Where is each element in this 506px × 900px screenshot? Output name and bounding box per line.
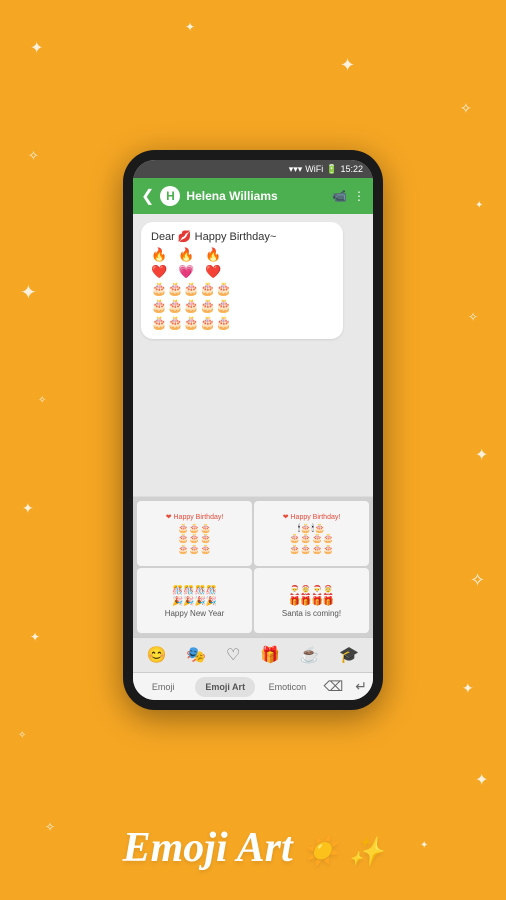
card-content: 🎅🤶🎅🤶 🎁🎁🎁🎁 bbox=[289, 585, 334, 607]
message-text: Dear 💋 Happy Birthday~ bbox=[151, 230, 333, 243]
emoji-keyboard: ❤ Happy Birthday! 🎂🎂🎂 🎂🎂🎂 🎂🎂🎂 ❤ Happy Bi… bbox=[133, 496, 373, 700]
sparkle-decoration: ✦ bbox=[340, 55, 355, 76]
sparkle-decoration: ✦ bbox=[30, 38, 43, 58]
backspace-button[interactable]: ⌫ bbox=[317, 673, 349, 700]
cap-category[interactable]: 🎓 bbox=[335, 643, 363, 667]
sparkle-decoration: ✦ bbox=[185, 20, 195, 34]
sticker-category[interactable]: 🎭 bbox=[182, 643, 210, 667]
sparkle-decoration: ✦ bbox=[475, 200, 483, 211]
heart-category[interactable]: ♡ bbox=[222, 643, 244, 667]
card-content: ❤ Happy Birthday! 🎂🎂🎂 🎂🎂🎂 🎂🎂🎂 bbox=[166, 514, 224, 555]
category-row: 😊 🎭 ♡ 🎁 ☕ 🎓 bbox=[133, 637, 373, 672]
hangouts-icon: H bbox=[160, 186, 180, 206]
gift-category[interactable]: 🎁 bbox=[256, 643, 284, 667]
wifi-icon: WiFi bbox=[305, 164, 323, 174]
status-bar: ▾▾▾ WiFi 🔋 15:22 bbox=[133, 160, 373, 178]
tab-emoticon[interactable]: Emoticon bbox=[257, 677, 317, 697]
card-content: ❤ Happy Birthday! 🕯🎂🕯🎂 🎂🎂🎂🎂 🎂🎂🎂🎂 bbox=[283, 514, 341, 555]
chat-header: ❮ H Helena Williams 📹 ⋮ bbox=[133, 178, 373, 214]
sparkle-decoration: ✦ bbox=[475, 770, 488, 790]
emoji-category[interactable]: 😊 bbox=[143, 643, 171, 667]
sparkle-decoration: ✧ bbox=[28, 148, 39, 164]
card-label: Happy New Year bbox=[165, 609, 225, 618]
sparkle-decoration: ✧ bbox=[468, 310, 478, 324]
header-icons: 📹 ⋮ bbox=[332, 189, 365, 203]
status-icons: ▾▾▾ WiFi 🔋 15:22 bbox=[289, 164, 363, 175]
video-icon[interactable]: 📹 bbox=[332, 189, 347, 203]
coffee-category[interactable]: ☕ bbox=[296, 643, 324, 667]
sparkle-decoration: ✦ bbox=[20, 280, 37, 305]
emoji-art-content: 🔥 🔥 🔥 ❤️ 💗 ❤️ 🎂🎂🎂🎂🎂 🎂🎂🎂🎂🎂 🎂🎂🎂🎂🎂 bbox=[151, 247, 333, 331]
sparkle-decoration: ✧ bbox=[38, 395, 46, 406]
contact-name: Helena Williams bbox=[186, 189, 326, 203]
sparkle-decoration: ✧ bbox=[470, 570, 485, 591]
battery-icon: 🔋 bbox=[326, 164, 337, 175]
back-button[interactable]: ❮ bbox=[141, 186, 154, 206]
sparkle-decoration: ✧ bbox=[18, 730, 26, 741]
emoji-art-card-birthday2[interactable]: ❤ Happy Birthday! 🕯🎂🕯🎂 🎂🎂🎂🎂 🎂🎂🎂🎂 bbox=[254, 501, 369, 566]
time-display: 15:22 bbox=[340, 164, 363, 174]
sparkle-icon: ✨ bbox=[349, 837, 384, 868]
chat-area: Dear 💋 Happy Birthday~ 🔥 🔥 🔥 ❤️ 💗 ❤️ 🎂🎂🎂… bbox=[133, 214, 373, 496]
sparkle-decoration: ✧ bbox=[460, 100, 472, 117]
more-icon[interactable]: ⋮ bbox=[353, 189, 365, 203]
tab-emoji-art[interactable]: Emoji Art bbox=[195, 677, 255, 697]
sparkle-decoration: ✦ bbox=[462, 680, 474, 697]
tab-bar: Emoji Emoji Art Emoticon ⌫ ↵ bbox=[133, 672, 373, 700]
return-button[interactable]: ↵ bbox=[349, 673, 373, 700]
app-title: Emoji Art ☀️ ✨ bbox=[123, 825, 384, 871]
signal-icon: ▾▾▾ bbox=[289, 164, 303, 175]
card-content: 🎊🎊🎊🎊 🎉🎉🎉🎉 bbox=[172, 585, 217, 607]
tab-emoji[interactable]: Emoji bbox=[133, 677, 193, 697]
phone-mockup: ▾▾▾ WiFi 🔋 15:22 ❮ H Helena Williams 📹 ⋮… bbox=[123, 150, 383, 710]
sparkle-decoration: ✦ bbox=[30, 630, 40, 644]
sparkle-decoration: ✦ bbox=[22, 500, 34, 517]
sparkle-decoration: ✦ bbox=[475, 445, 488, 465]
card-label: Santa is coming! bbox=[282, 609, 341, 618]
emoji-art-card-santa[interactable]: 🎅🤶🎅🤶 🎁🎁🎁🎁 Santa is coming! bbox=[254, 568, 369, 633]
emoji-art-grid: ❤ Happy Birthday! 🎂🎂🎂 🎂🎂🎂 🎂🎂🎂 ❤ Happy Bi… bbox=[133, 497, 373, 637]
emoji-art-card-newyear[interactable]: 🎊🎊🎊🎊 🎉🎉🎉🎉 Happy New Year bbox=[137, 568, 252, 633]
bottom-title-area: Emoji Art ☀️ ✨ bbox=[0, 824, 506, 872]
emoji-art-card-birthday1[interactable]: ❤ Happy Birthday! 🎂🎂🎂 🎂🎂🎂 🎂🎂🎂 bbox=[137, 501, 252, 566]
message-bubble: Dear 💋 Happy Birthday~ 🔥 🔥 🔥 ❤️ 💗 ❤️ 🎂🎂🎂… bbox=[141, 222, 343, 339]
sun-icon: ☀️ bbox=[303, 836, 338, 867]
